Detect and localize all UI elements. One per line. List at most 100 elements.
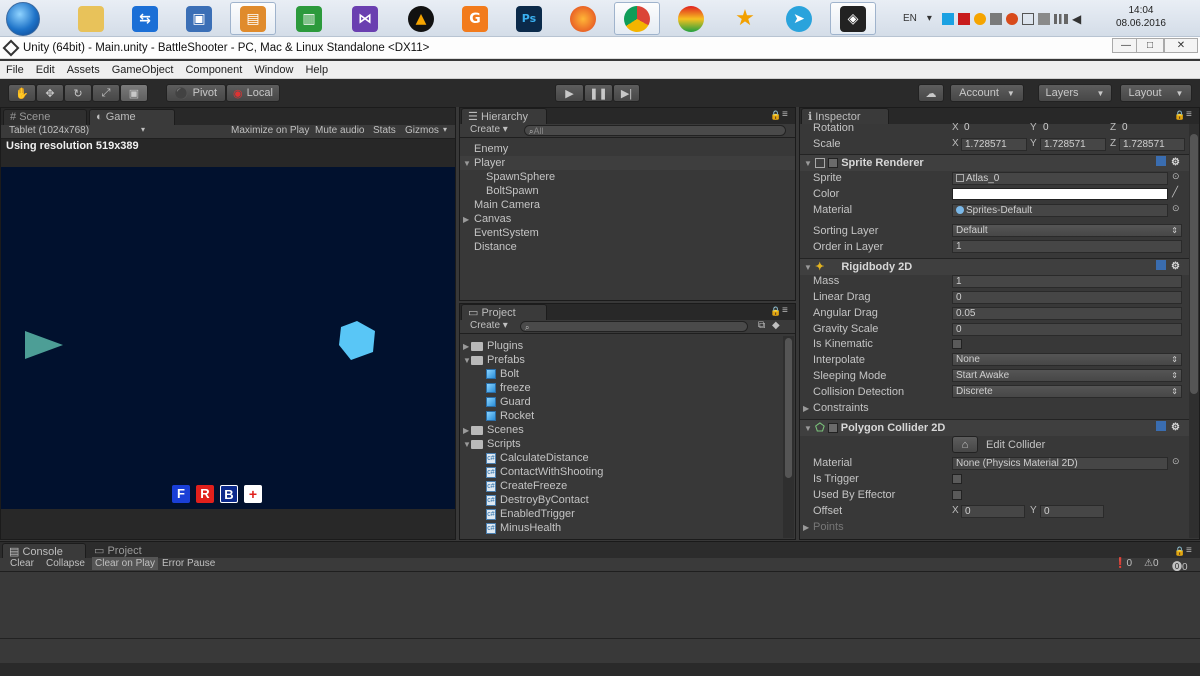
- filter-label-icon[interactable]: ◆: [772, 320, 780, 331]
- menu-edit[interactable]: Edit: [36, 64, 55, 76]
- sprite-field[interactable]: Atlas_0: [952, 172, 1168, 185]
- console-detail-area[interactable]: [0, 639, 1200, 663]
- collider-material-field[interactable]: None (Physics Material 2D): [952, 457, 1168, 470]
- prefab-asset[interactable]: Rocket: [486, 409, 534, 423]
- tab-console[interactable]: ▤ Console: [2, 543, 86, 558]
- antivirus-icon[interactable]: [957, 12, 970, 25]
- project-folder-2[interactable]: ▶ Scenes: [463, 423, 524, 437]
- material-field[interactable]: Sprites-Default: [952, 204, 1168, 217]
- gear-icon[interactable]: ⚙: [1171, 259, 1180, 275]
- project-folder-0[interactable]: ▶ Plugins: [463, 339, 523, 353]
- console-log-area[interactable]: [0, 572, 1200, 638]
- tab-project[interactable]: ▭ Project: [461, 304, 547, 320]
- chrome-taskbar-button[interactable]: [614, 2, 660, 35]
- tab-game[interactable]: ◐ Game: [89, 109, 175, 125]
- offset-x-field[interactable]: 0: [961, 505, 1025, 518]
- firefox-taskbar-button[interactable]: [560, 2, 606, 35]
- step-button[interactable]: ▶|: [613, 84, 640, 102]
- help-icon[interactable]: [1156, 421, 1166, 431]
- scale-y-field[interactable]: 1.728571: [1040, 138, 1106, 151]
- layers-dropdown[interactable]: Layers ▼: [1038, 84, 1112, 102]
- account-dropdown[interactable]: Account ▼: [950, 84, 1024, 102]
- eyedropper-icon[interactable]: ╱: [1172, 187, 1178, 198]
- object-picker-icon[interactable]: ⊙: [1172, 203, 1180, 214]
- virtualbox-taskbar-button[interactable]: ▣: [176, 2, 222, 35]
- pin-taskbar-button[interactable]: ★: [722, 2, 768, 35]
- collision-detection-dropdown[interactable]: Discrete ⇕: [952, 385, 1182, 398]
- panel-menu-icon[interactable]: ≡: [782, 305, 788, 316]
- language-indicator[interactable]: EN: [903, 13, 917, 24]
- hand-tool-button[interactable]: ✋: [8, 84, 36, 102]
- gear-icon[interactable]: ⚙: [1171, 155, 1180, 171]
- rotation-y-field[interactable]: 0: [1040, 122, 1105, 135]
- rect-tool-button[interactable]: ▣: [120, 84, 148, 102]
- hierarchy-create-button[interactable]: Create ▾: [470, 124, 508, 135]
- vlc-tray-icon[interactable]: [973, 12, 986, 25]
- script-asset[interactable]: c# CalculateDistance: [486, 451, 589, 465]
- gravity-scale-field[interactable]: 0: [952, 323, 1182, 336]
- tab-scene[interactable]: # Scene: [3, 109, 87, 125]
- angular-drag-field[interactable]: 0.05: [952, 307, 1182, 320]
- interpolate-dropdown[interactable]: None ⇕: [952, 353, 1182, 366]
- chevron-down-icon[interactable]: ▾: [927, 13, 932, 24]
- script-asset[interactable]: c# CreateFreeze: [486, 479, 567, 493]
- help-icon[interactable]: [1156, 260, 1166, 270]
- sleeping-mode-dropdown[interactable]: Start Awake ⇕: [952, 369, 1182, 382]
- hierarchy-item-distance[interactable]: Distance: [474, 240, 517, 254]
- error-count[interactable]: ⓿0: [1172, 558, 1188, 573]
- script-asset[interactable]: c# MinusHealth: [486, 521, 561, 535]
- filter-type-icon[interactable]: ⧉: [758, 320, 765, 331]
- lock-icon[interactable]: 🔒: [770, 306, 781, 317]
- tab-hierarchy[interactable]: ☰ Hierarchy: [461, 108, 547, 124]
- menu-assets[interactable]: Assets: [67, 64, 100, 76]
- sprite-renderer-header[interactable]: ▼ Sprite Renderer ⚙: [800, 154, 1189, 171]
- hierarchy-item-eventsystem[interactable]: EventSystem: [474, 226, 539, 240]
- resolution-select[interactable]: Tablet (1024x768): [9, 125, 89, 136]
- menu-help[interactable]: Help: [305, 64, 328, 76]
- used-by-effector-checkbox[interactable]: [952, 490, 962, 500]
- panel-menu-icon[interactable]: ≡: [1186, 545, 1192, 556]
- constraints-foldout[interactable]: ▶ Constraints: [803, 401, 869, 415]
- script-asset[interactable]: c# ContactWithShooting: [486, 465, 603, 479]
- console-clear-button[interactable]: Clear: [10, 558, 34, 569]
- console-collapse-button[interactable]: Collapse: [46, 558, 85, 569]
- health-button[interactable]: +: [244, 485, 262, 503]
- is-trigger-checkbox[interactable]: [952, 474, 962, 484]
- rotate-tool-button[interactable]: ↻: [64, 84, 92, 102]
- offset-y-field[interactable]: 0: [1040, 505, 1104, 518]
- edge-icon[interactable]: [941, 12, 954, 25]
- project-create-button[interactable]: Create ▾: [470, 320, 508, 331]
- edit-collider-button[interactable]: ⌂: [952, 436, 978, 453]
- polygon-collider-enabled-checkbox[interactable]: [827, 423, 838, 434]
- panel-menu-icon[interactable]: ≡: [1186, 109, 1192, 120]
- linear-drag-field[interactable]: 0: [952, 291, 1182, 304]
- tab-project-bottom[interactable]: ▭ Project: [88, 543, 174, 558]
- layout-dropdown[interactable]: Layout ▼: [1120, 84, 1192, 102]
- signal-icon[interactable]: [1053, 13, 1068, 24]
- flag-icon[interactable]: [1037, 12, 1050, 25]
- warning-count[interactable]: ⚠0: [1144, 558, 1159, 569]
- collapse-arrow-icon[interactable]: ▼: [804, 156, 812, 172]
- telegram-taskbar-button[interactable]: ➤: [776, 2, 822, 35]
- pivot-button[interactable]: ⚫ Pivot: [166, 84, 226, 102]
- points-foldout[interactable]: ▶ Points: [803, 520, 844, 534]
- polygon-collider2d-header[interactable]: ▼ ⬠ Polygon Collider 2D ⚙: [800, 419, 1189, 436]
- scrollbar-thumb[interactable]: [1190, 134, 1198, 394]
- hierarchy-search-input[interactable]: ⌕All: [524, 125, 786, 136]
- expand-arrow-icon[interactable]: ▼: [463, 157, 471, 171]
- collapse-arrow-icon[interactable]: ▼: [804, 421, 812, 437]
- script-asset[interactable]: c# EnabledTrigger: [486, 507, 575, 521]
- scale-tool-button[interactable]: ⤢: [92, 84, 120, 102]
- scale-x-field[interactable]: 1.728571: [961, 138, 1027, 151]
- sprite-renderer-enabled-checkbox[interactable]: [828, 158, 839, 169]
- game-viewport[interactable]: F R B +: [1, 167, 455, 509]
- order-in-layer-field[interactable]: 1: [952, 240, 1182, 253]
- prefab-asset[interactable]: freeze: [486, 381, 531, 395]
- foxit-taskbar-button[interactable]: G: [452, 2, 498, 35]
- menu-file[interactable]: File: [6, 64, 24, 76]
- script-asset[interactable]: c# DestroyByContact: [486, 493, 589, 507]
- freeze-button[interactable]: F: [172, 485, 190, 503]
- help-icon[interactable]: [1156, 156, 1166, 166]
- project-folder-1[interactable]: ▼ Prefabs: [463, 353, 525, 367]
- project-folder-3[interactable]: ▼ Scripts: [463, 437, 521, 451]
